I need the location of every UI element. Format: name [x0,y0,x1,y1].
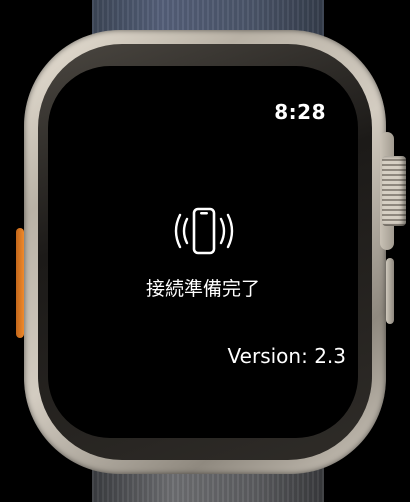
version-label: Version: 2.3 [227,344,346,368]
connection-status-text: 接続準備完了 [145,278,260,300]
watch-scene: 8:28 接続準備完了 Version: 2.3 [0,0,410,502]
side-button[interactable] [386,258,394,324]
action-button[interactable] [16,228,24,338]
digital-crown[interactable] [382,156,406,226]
phone-vibrate-icon [174,207,234,255]
clock-time: 8:28 [274,100,326,124]
watch-screen: 8:28 接続準備完了 Version: 2.3 [48,66,358,438]
speaker-grille [18,150,24,184]
